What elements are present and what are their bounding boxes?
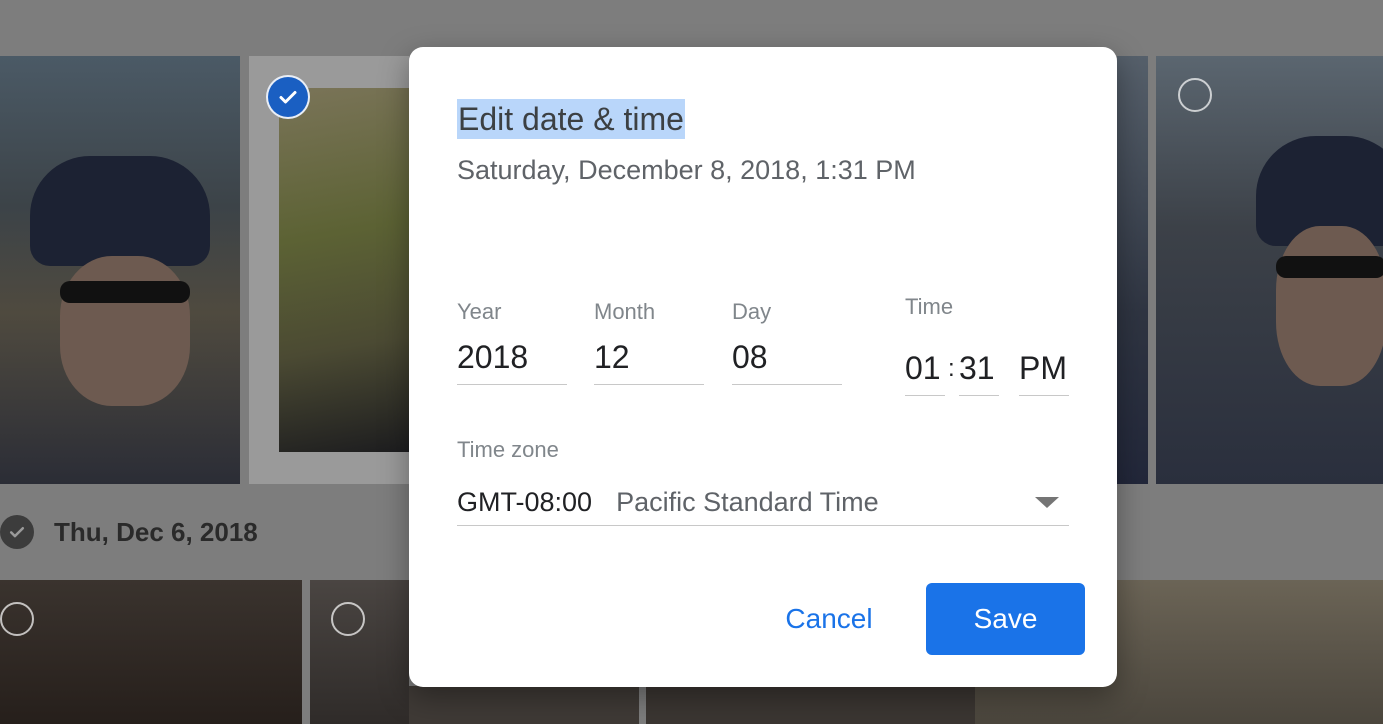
face-shape [1276, 226, 1383, 386]
day-label: Day [732, 299, 772, 324]
cancel-button[interactable]: Cancel [761, 583, 897, 655]
date-group-label: Thu, Dec 6, 2018 [54, 516, 258, 547]
day-input[interactable]: 08 [732, 339, 842, 385]
minute-input[interactable]: 31 [959, 350, 999, 396]
save-button[interactable]: Save [926, 583, 1085, 655]
ampm-field[interactable]: PM [1019, 350, 1069, 396]
edit-date-time-dialog: Edit date & time Saturday, December 8, 2… [409, 47, 1117, 687]
selected-checkmark-icon[interactable] [268, 77, 308, 117]
face-shape [60, 256, 190, 406]
ampm-input[interactable]: PM [1019, 350, 1069, 396]
photo-thumbnail[interactable] [646, 686, 975, 724]
timezone-name: Pacific Standard Time [616, 486, 879, 517]
sunglasses-shape [60, 281, 190, 303]
month-label: Month [594, 299, 656, 324]
timezone-label: Time zone [457, 437, 559, 462]
photo-thumbnail-selected[interactable] [249, 56, 409, 484]
photo-thumbnail[interactable] [409, 686, 639, 724]
selection-circle-icon[interactable] [0, 602, 34, 636]
date-group-header: Thu, Dec 6, 2018 [0, 512, 258, 552]
month-field[interactable]: Month 12 [594, 299, 704, 385]
helmet-shape [30, 156, 210, 266]
selection-circle-icon[interactable] [331, 602, 365, 636]
hour-input[interactable]: 01 [905, 350, 945, 396]
month-input[interactable]: 12 [594, 339, 704, 385]
sunglasses-shape [1276, 256, 1383, 278]
time-separator: : [948, 355, 955, 382]
year-input[interactable]: 2018 [457, 339, 567, 385]
minute-field[interactable]: 31 [959, 350, 999, 396]
photo-thumbnail[interactable] [0, 56, 240, 484]
group-select-checkmark-icon[interactable] [0, 515, 34, 549]
current-datetime: Saturday, December 8, 2018, 1:31 PM [457, 155, 916, 185]
day-field[interactable]: Day 08 [732, 299, 842, 385]
photo-image [279, 88, 409, 452]
hour-field[interactable]: 01 [905, 350, 945, 396]
time-label: Time [905, 294, 954, 319]
timezone-offset: GMT-08:00 [457, 486, 593, 517]
dropdown-caret-icon[interactable] [1035, 496, 1059, 508]
photo-thumbnail[interactable] [310, 580, 409, 724]
photo-thumbnail[interactable] [1156, 56, 1383, 484]
photo-thumbnail[interactable] [0, 580, 302, 724]
timezone-select[interactable]: GMT-08:00 Pacific Standard Time [457, 479, 1069, 526]
selection-circle-icon[interactable] [1178, 78, 1212, 112]
year-field[interactable]: Year 2018 [457, 299, 567, 385]
year-label: Year [457, 299, 502, 324]
dialog-title: Edit date & time [457, 99, 685, 139]
photo-thumbnail[interactable] [1117, 56, 1148, 484]
